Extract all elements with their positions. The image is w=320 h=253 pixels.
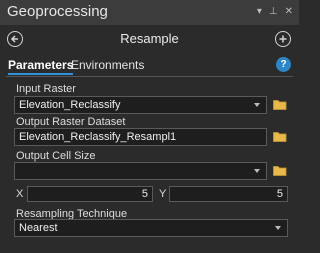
y-label: Y: [159, 188, 167, 200]
folder-icon[interactable]: [273, 99, 287, 110]
output-cell-size-dropdown[interactable]: [14, 162, 267, 180]
geoprocessing-pane: Geoprocessing ▾ ⊥ ✕ Resample Parameters …: [0, 0, 299, 253]
help-icon[interactable]: ?: [276, 57, 291, 72]
pin-icon[interactable]: ⊥: [269, 6, 278, 18]
input-raster-value: Elevation_Reclassify: [19, 99, 121, 111]
tab-parameters[interactable]: Parameters: [8, 58, 74, 75]
x-cell-size-input[interactable]: 5: [27, 186, 153, 202]
output-cell-size-label: Output Cell Size: [16, 150, 96, 162]
add-button[interactable]: [275, 31, 291, 47]
tool-title: Resample: [120, 31, 179, 46]
tab-divider: [6, 76, 293, 77]
pane-titlebar: Geoprocessing ▾ ⊥ ✕: [0, 0, 299, 25]
input-raster-label: Input Raster: [16, 83, 76, 95]
output-raster-label: Output Raster Dataset: [16, 116, 126, 128]
x-label: X: [16, 188, 24, 200]
tab-environments[interactable]: Environments: [71, 58, 144, 72]
input-raster-dropdown[interactable]: Elevation_Reclassify: [14, 96, 267, 114]
pane-menu-icon[interactable]: ▾: [257, 6, 262, 18]
chevron-down-icon[interactable]: [254, 103, 260, 107]
resampling-technique-value: Nearest: [19, 222, 58, 234]
add-icon: [279, 35, 287, 43]
chevron-down-icon[interactable]: [275, 226, 281, 230]
output-raster-input[interactable]: Elevation_Reclassify_Resampl1: [14, 128, 267, 146]
close-icon[interactable]: ✕: [285, 6, 293, 18]
y-cell-size-input[interactable]: 5: [169, 186, 288, 202]
pane-controls: ▾ ⊥ ✕: [257, 6, 293, 18]
pane-title: Geoprocessing: [7, 3, 108, 20]
folder-icon[interactable]: [273, 165, 287, 176]
resampling-technique-dropdown[interactable]: Nearest: [14, 219, 288, 237]
output-raster-value: Elevation_Reclassify_Resampl1: [19, 131, 177, 143]
folder-icon[interactable]: [273, 131, 287, 142]
chevron-down-icon[interactable]: [254, 169, 260, 173]
